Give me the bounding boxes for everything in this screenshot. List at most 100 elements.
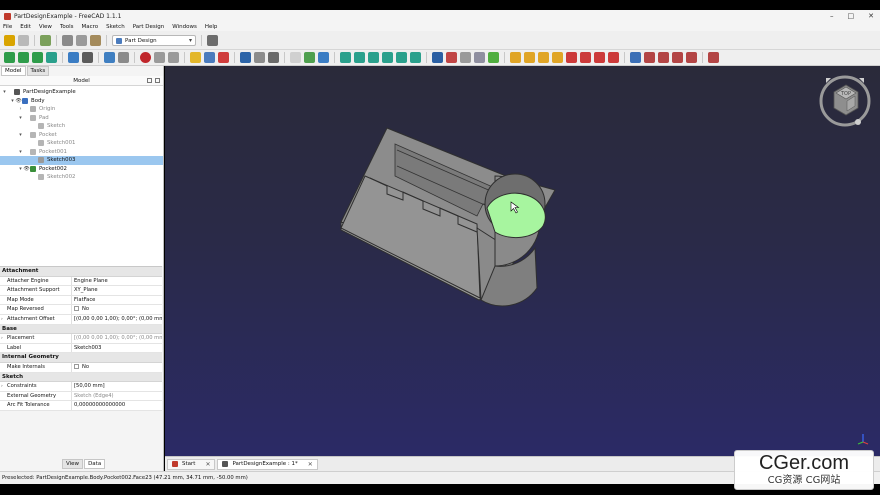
whats-this-icon[interactable] [207,35,218,46]
tree-item-partdesignexample[interactable]: ▾ PartDesignExample [0,88,163,97]
property-row-external-geometry[interactable]: External Geometry Sketch (Edge4) [0,391,162,402]
property-value[interactable]: [50,00 mm] [72,382,162,391]
property-value[interactable]: [(0,00 0,00 1,00); 0,00°; (0,00 mm ... [72,334,162,343]
property-row-make-internals[interactable]: Make Internals No [0,362,162,373]
property-row-map-reversed[interactable]: Map Reversed No [0,305,162,315]
record-macro-icon[interactable] [140,52,151,63]
refresh-icon[interactable] [40,35,51,46]
property-row-attacher-engine[interactable]: Attacher Engine Engine Plane [0,276,162,287]
property-value[interactable]: Engine Plane [72,277,162,286]
create-part-icon[interactable] [190,52,201,63]
boolean-icon[interactable] [708,52,719,63]
pipe-icon[interactable] [552,52,563,63]
fillet-icon[interactable] [686,52,697,63]
revolution-icon[interactable] [524,52,535,63]
execute-macro-icon[interactable] [168,52,179,63]
visibility-eye-icon[interactable]: 👁 [15,98,22,104]
multi-transform-icon[interactable] [672,52,683,63]
menu-tools[interactable]: Tools [60,24,74,30]
tab-data[interactable]: Data [84,459,106,469]
loft-icon[interactable] [538,52,549,63]
hand-icon[interactable] [118,52,129,63]
visibility-eye-icon[interactable] [31,124,38,129]
polar-pattern-icon[interactable] [658,52,669,63]
datum-plane-icon[interactable] [460,52,471,63]
tab-model[interactable]: Model [1,66,26,76]
tree-item-pocket002[interactable]: ▾ 👁 Pocket002 [0,165,163,174]
property-value[interactable]: Sketch003 [72,344,162,353]
menu-macro[interactable]: Macro [82,24,99,30]
datum-line-icon[interactable] [446,52,457,63]
view-rear-icon[interactable] [382,52,393,63]
visibility-eye-icon[interactable] [23,132,30,137]
property-value[interactable]: FlatFace [72,296,162,305]
bounding-box-icon[interactable] [82,52,93,63]
doc-tab-part-design-example[interactable]: PartDesignExample : 1* ✕ [217,458,318,470]
view-left-icon[interactable] [410,52,421,63]
visibility-eye-icon[interactable]: 👁 [23,166,30,172]
create-sketch-icon[interactable] [218,52,229,63]
group-icon[interactable] [268,52,279,63]
visibility-eye-icon[interactable] [31,158,38,163]
link-icon[interactable] [254,52,265,63]
model-render[interactable] [165,66,880,456]
tree-item-sketch002[interactable]: Sketch002 [0,173,163,182]
fit-selection-icon[interactable] [18,52,29,63]
doc-tab-start[interactable]: Start ✕ [167,458,216,470]
view-right-icon[interactable] [368,52,379,63]
expand-arrow-icon[interactable]: › [1,382,3,391]
navigation-cube[interactable]: TOP [818,72,872,128]
mirrored-icon[interactable] [630,52,641,63]
property-value[interactable]: [(0,00 0,00 1,00); 0,00°; (0,00 mm ... [72,315,162,324]
property-group-internal-geometry[interactable]: Internal Geometry [0,353,162,363]
fit-all-icon[interactable] [4,52,15,63]
visibility-eye-icon[interactable] [7,90,14,95]
tree-item-sketch003[interactable]: Sketch003 [0,156,163,165]
property-row-arc-fit-tolerance[interactable]: Arc Fit Tolerance 0,00000000000000 [0,401,162,411]
property-group-sketch[interactable]: Sketch [0,372,162,383]
preselected-face[interactable] [486,192,546,239]
view-front-icon[interactable] [340,52,351,63]
redo-icon[interactable] [18,35,29,46]
workbench-selector[interactable]: Part Design [112,35,196,46]
folder-icon[interactable] [240,52,251,63]
visibility-eye-icon[interactable] [23,149,30,154]
tree-item-body[interactable]: ▾ 👁 Body [0,97,163,106]
property-value[interactable]: No [72,363,162,372]
copy-icon[interactable] [76,35,87,46]
float-icon[interactable] [147,78,152,83]
tree-item-pocket[interactable]: ▾ Pocket [0,131,163,140]
property-group-base[interactable]: Base [0,324,162,335]
datum-point-icon[interactable] [432,52,443,63]
view-bottom-icon[interactable] [396,52,407,63]
maximize-button[interactable]: □ [848,12,855,20]
close-tab-icon[interactable]: ✕ [308,461,313,468]
property-value[interactable]: No [72,305,162,314]
property-row-map-mode[interactable]: Map Mode FlatFace [0,295,162,306]
visibility-eye-icon[interactable] [23,115,30,120]
clone-icon[interactable] [488,52,499,63]
groove-icon[interactable] [594,52,605,63]
menu-part-design[interactable]: Part Design [133,24,165,30]
paste-icon[interactable] [90,35,101,46]
property-checkbox[interactable] [74,363,79,369]
property-value[interactable]: Sketch (Edge4) [72,392,162,401]
expand-arrow-icon[interactable]: › [1,315,3,324]
pad-icon[interactable] [510,52,521,63]
menu-sketch[interactable]: Sketch [106,24,125,30]
menu-help[interactable]: Help [205,24,218,30]
expand-arrow-icon[interactable]: › [1,334,3,343]
document-icon[interactable] [290,52,301,63]
property-row-attachment-offset[interactable]: › Attachment Offset [(0,00 0,00 1,00); 0,0… [0,314,162,325]
macros-icon[interactable] [154,52,165,63]
tree-item-pad[interactable]: ▾ Pad [0,114,163,123]
visibility-eye-icon[interactable] [31,175,38,180]
menu-view[interactable]: View [39,24,52,30]
close-tab-icon[interactable]: ✕ [205,461,210,468]
undo-icon[interactable] [4,35,15,46]
panel-close-icon[interactable] [155,78,160,83]
tab-view[interactable]: View [62,459,84,469]
menu-edit[interactable]: Edit [20,24,31,30]
property-value[interactable]: XY_Plane [72,286,162,295]
property-checkbox[interactable] [74,306,79,312]
